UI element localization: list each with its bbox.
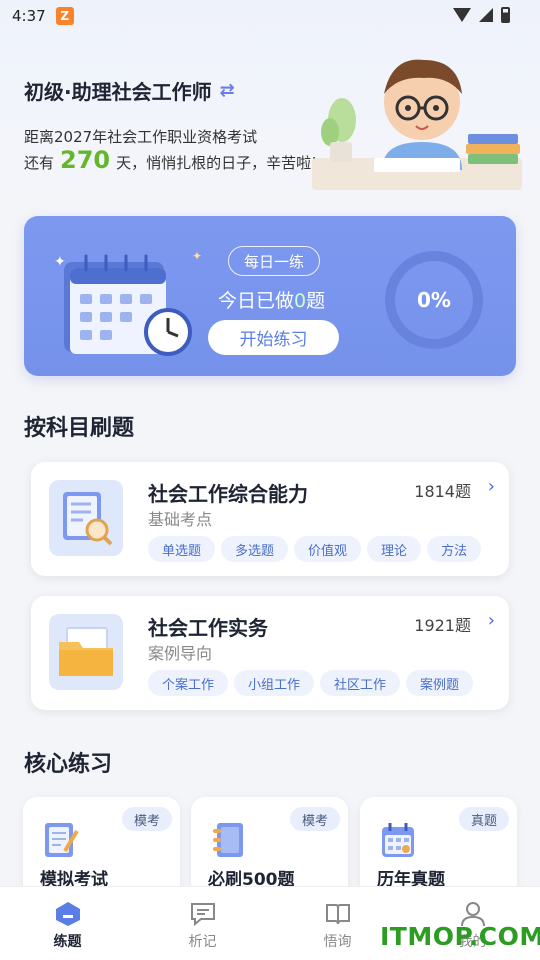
tag-method[interactable]: 方法 xyxy=(427,536,482,562)
student-illustration xyxy=(312,59,522,190)
signal-icon xyxy=(479,8,493,22)
nav-label: 练题 xyxy=(53,934,82,950)
countdown-text: 距离2027年社会工作职业资格考试 xyxy=(24,128,258,146)
tag-multi-choice[interactable]: 多选题 xyxy=(221,536,289,562)
core-section-title: 核心练习 xyxy=(24,752,113,777)
document-search-icon xyxy=(49,480,123,556)
core-badge: 模考 xyxy=(121,807,172,831)
progress-percent: 0% xyxy=(417,288,451,312)
remaining-suffix: 天，悄悄扎根的日子，辛苦啦! xyxy=(116,154,318,172)
tag-community[interactable]: 社区工作 xyxy=(320,670,401,696)
core-card-must-do[interactable]: 模考 必刷500题 xyxy=(191,797,348,897)
practice-icon xyxy=(55,902,80,926)
tag-theory[interactable]: 理论 xyxy=(367,536,422,562)
nav-analysis[interactable]: 析记 xyxy=(135,887,270,960)
remaining-prefix: 还有 xyxy=(24,154,55,172)
days-count: 270 xyxy=(60,146,111,174)
subject-subtitle: 基础考点 xyxy=(148,510,213,529)
svg-text:✦: ✦ xyxy=(54,254,66,270)
app-badge-icon: Z xyxy=(55,7,74,25)
tag-values[interactable]: 价值观 xyxy=(294,536,362,562)
start-practice-button[interactable]: 开始练习 xyxy=(208,320,339,355)
status-icons xyxy=(453,7,510,23)
chevron-right-icon[interactable]: › xyxy=(488,610,495,631)
core-card-past-papers[interactable]: 真题 历年真题 xyxy=(360,797,517,897)
subject-tags: 单选题 多选题 价值观 理论 方法 xyxy=(148,536,482,562)
subject-name: 社会工作综合能力 xyxy=(148,482,308,506)
book-icon xyxy=(325,904,350,925)
subject-count: 1921题 xyxy=(414,616,471,635)
nav-label: 析记 xyxy=(188,934,217,950)
watermark: ITMOP.COM xyxy=(380,922,540,951)
status-time: 4:37 xyxy=(12,7,46,25)
tag-single-choice[interactable]: 单选题 xyxy=(148,536,216,562)
core-card-mock-exam[interactable]: 模考 模拟考试 xyxy=(23,797,180,897)
daily-done-text: 今日已做0题 xyxy=(218,286,325,313)
svg-text:✦: ✦ xyxy=(192,249,202,263)
calendar-clock-illustration: ✦ ✦ xyxy=(54,249,202,356)
tag-case-question[interactable]: 案例题 xyxy=(406,670,474,696)
subject-card-practice[interactable]: 社会工作实务 案例导向 1921题 › 个案工作 小组工作 社区工作 案例题 xyxy=(31,596,509,710)
subject-name: 社会工作实务 xyxy=(148,616,268,640)
countdown-days-line: 还有 270 天，悄悄扎根的日子，辛苦啦! xyxy=(24,146,317,174)
exam-selector[interactable]: 初级·助理社会工作师 ⇄ xyxy=(24,76,235,105)
exam-paper-icon xyxy=(45,823,79,857)
daily-tag: 每日一练 xyxy=(228,246,320,276)
calendar-icon xyxy=(382,823,414,857)
subject-tags: 个案工作 小组工作 社区工作 案例题 xyxy=(148,670,474,696)
subject-subtitle: 案例导向 xyxy=(148,644,213,663)
notebook-icon xyxy=(213,823,243,857)
core-badge: 真题 xyxy=(458,807,509,831)
subjects-section-title: 按科目刷题 xyxy=(24,416,135,441)
battery-icon xyxy=(501,7,510,23)
subject-count: 1814题 xyxy=(414,482,471,501)
chevron-right-icon[interactable]: › xyxy=(488,476,495,497)
message-icon xyxy=(190,903,215,927)
tag-groupwork[interactable]: 小组工作 xyxy=(234,670,315,696)
status-bar: 4:37 Z xyxy=(0,0,540,32)
done-suffix: 题 xyxy=(306,290,326,312)
exam-title: 初级·助理社会工作师 xyxy=(24,80,212,104)
done-count: 0 xyxy=(294,290,307,312)
daily-practice-card[interactable]: ✦ ✦ 每日一练 今日已做0题 开始练习 0% xyxy=(24,216,516,376)
done-prefix: 今日已做 xyxy=(218,290,295,312)
core-badge: 模考 xyxy=(289,807,340,831)
folder-icon xyxy=(49,614,123,690)
nav-practice[interactable]: 练题 xyxy=(0,887,135,960)
tag-casework[interactable]: 个案工作 xyxy=(148,670,229,696)
nav-label: 悟询 xyxy=(323,934,352,950)
subject-card-comprehensive[interactable]: 社会工作综合能力 基础考点 1814题 › 单选题 多选题 价值观 理论 方法 xyxy=(31,462,509,576)
swap-icon[interactable]: ⇄ xyxy=(220,80,235,101)
wifi-icon xyxy=(453,8,471,22)
